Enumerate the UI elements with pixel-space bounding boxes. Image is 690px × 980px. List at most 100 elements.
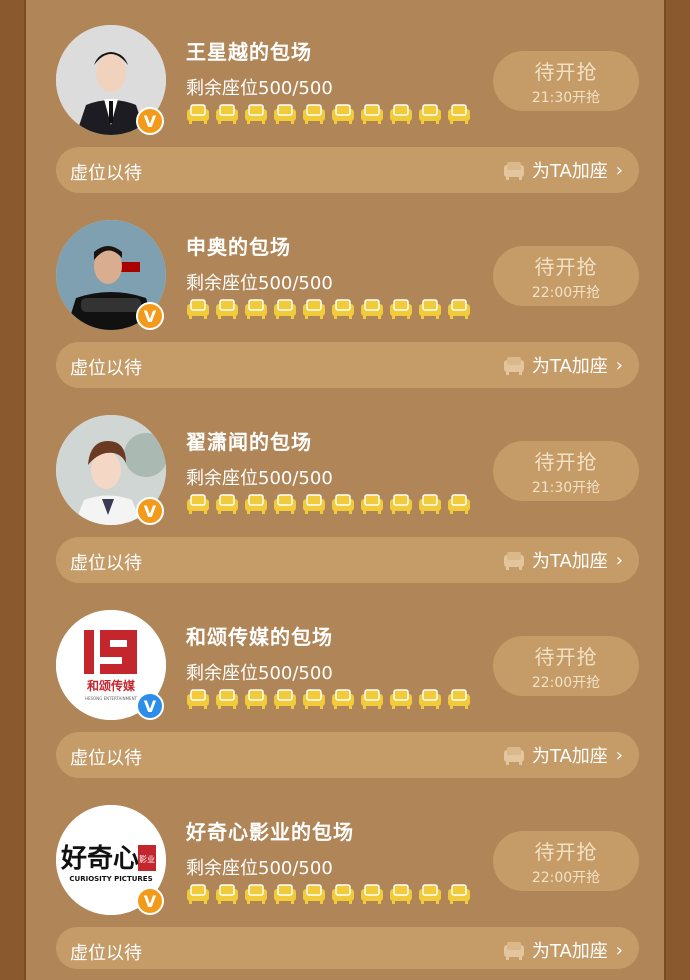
- chevron-right-icon: ›: [615, 354, 623, 376]
- seat-icon: [245, 104, 267, 124]
- grab-label: 待开抢: [534, 254, 598, 279]
- grab-label: 待开抢: [534, 839, 598, 864]
- seat-icon: [187, 104, 209, 124]
- grab-time: 21:30开抢: [531, 479, 601, 496]
- verified-badge-icon: V: [136, 692, 164, 720]
- verified-badge-icon: V: [136, 497, 164, 525]
- venue-title: 和颂传媒的包场: [186, 625, 333, 649]
- seat-icon: [332, 299, 354, 319]
- seat-icon: [448, 884, 470, 904]
- grab-label: 待开抢: [534, 59, 598, 84]
- sofa-icon: [503, 942, 524, 960]
- seat-icon: [274, 494, 296, 514]
- sofa-icon: [503, 552, 524, 570]
- seat-icon: [274, 689, 296, 709]
- seat-icon: [332, 689, 354, 709]
- add-seat-button[interactable]: 为TA加座 ›: [502, 742, 623, 768]
- seat-icon: [361, 494, 383, 514]
- seat-icon: [303, 104, 325, 124]
- waiting-text: 虚位以待: [70, 358, 142, 379]
- seat-icon: [245, 494, 267, 514]
- seat-icon: [419, 299, 441, 319]
- sofa-icon: [503, 162, 524, 180]
- svg-text:影业: 影业: [139, 854, 155, 864]
- seat-icon: [303, 299, 325, 319]
- svg-text:和颂传媒: 和颂传媒: [86, 678, 136, 693]
- waiting-text: 虚位以待: [70, 553, 142, 574]
- add-seat-label: 为TA加座: [531, 746, 608, 767]
- venue-title: 好奇心影业的包场: [186, 820, 354, 844]
- grab-button[interactable]: 待开抢 22:00开抢: [493, 831, 639, 891]
- chevron-right-icon: ›: [615, 549, 623, 571]
- seat-icon: [448, 689, 470, 709]
- venue-title: 王星越的包场: [186, 40, 312, 64]
- seat-icon: [216, 884, 238, 904]
- venue-title: 申奥的包场: [186, 235, 291, 259]
- grab-button[interactable]: 待开抢 21:30开抢: [493, 441, 639, 501]
- add-seat-button[interactable]: 为TA加座 ›: [502, 547, 623, 573]
- seat-icon: [274, 884, 296, 904]
- venue-card: V 申奥的包场 剩余座位500/500 待开抢 22:00开抢 虚位以待 为TA…: [26, 195, 668, 390]
- seat-icon: [419, 884, 441, 904]
- seat-icon: [390, 104, 412, 124]
- chevron-right-icon: ›: [615, 744, 623, 766]
- seat-icon: [390, 689, 412, 709]
- seat-icon: [187, 494, 209, 514]
- add-seat-button[interactable]: 为TA加座 ›: [502, 937, 623, 963]
- seat-icon: [245, 689, 267, 709]
- seat-icon: [419, 104, 441, 124]
- seat-icon: [216, 689, 238, 709]
- seat-icon: [187, 689, 209, 709]
- grab-button[interactable]: 待开抢 22:00开抢: [493, 636, 639, 696]
- seat-bar: 虚位以待 为TA加座 ›: [56, 927, 639, 969]
- grab-button[interactable]: 待开抢 21:30开抢: [493, 51, 639, 111]
- grab-label: 待开抢: [534, 644, 598, 669]
- grab-time: 21:30开抢: [531, 89, 601, 106]
- seat-bar: 虚位以待 为TA加座 ›: [56, 342, 639, 388]
- venue-list: V 王星越的包场 剩余座位500/500 待开抢 21:30开抢 虚位以待 为T…: [24, 0, 666, 980]
- seat-icon: [332, 104, 354, 124]
- seat-icon: [332, 494, 354, 514]
- verified-badge-icon: V: [136, 887, 164, 915]
- sofa-icon: [503, 747, 524, 765]
- venue-title: 翟潇闻的包场: [186, 430, 312, 454]
- svg-text:CURIOSITY PICTURES: CURIOSITY PICTURES: [69, 875, 152, 883]
- venue-card: V 翟潇闻的包场 剩余座位500/500 待开抢 21:30开抢 虚位以待 为T…: [26, 390, 668, 585]
- seat-icons: [186, 299, 471, 321]
- seat-icon: [216, 299, 238, 319]
- grab-time: 22:00开抢: [531, 674, 601, 691]
- seat-icon: [419, 689, 441, 709]
- seat-icons: [186, 884, 471, 906]
- seat-icon: [216, 104, 238, 124]
- verified-badge-icon: V: [136, 107, 164, 135]
- venue-card: 好奇心 影业 CURIOSITY PICTURES V 好奇心影业的包场 剩余座…: [26, 780, 668, 975]
- add-seat-label: 为TA加座: [531, 161, 608, 182]
- waiting-text: 虚位以待: [70, 748, 142, 769]
- seat-icon: [390, 299, 412, 319]
- verified-badge-icon: V: [136, 302, 164, 330]
- grab-time: 22:00开抢: [531, 284, 601, 301]
- seat-icon: [187, 299, 209, 319]
- seat-icon: [187, 884, 209, 904]
- seat-icon: [419, 494, 441, 514]
- chevron-right-icon: ›: [615, 159, 623, 181]
- seat-icon: [361, 689, 383, 709]
- waiting-text: 虚位以待: [70, 943, 142, 964]
- seats-remaining: 剩余座位500/500: [186, 663, 333, 684]
- waiting-text: 虚位以待: [70, 163, 142, 184]
- add-seat-button[interactable]: 为TA加座 ›: [502, 352, 623, 378]
- seat-icons: [186, 494, 471, 516]
- seats-remaining: 剩余座位500/500: [186, 273, 333, 294]
- seat-icon: [448, 299, 470, 319]
- seat-icon: [245, 884, 267, 904]
- svg-text:HESONG ENTERTAINMENT: HESONG ENTERTAINMENT: [85, 696, 138, 701]
- grab-button[interactable]: 待开抢 22:00开抢: [493, 246, 639, 306]
- seat-bar: 虚位以待 为TA加座 ›: [56, 537, 639, 583]
- seat-icon: [303, 884, 325, 904]
- add-seat-label: 为TA加座: [531, 941, 608, 962]
- add-seat-button[interactable]: 为TA加座 ›: [502, 157, 623, 183]
- seat-icon: [274, 299, 296, 319]
- venue-card: 和颂传媒 HESONG ENTERTAINMENT V 和颂传媒的包场 剩余座位…: [26, 585, 668, 780]
- seat-icon: [448, 104, 470, 124]
- seat-icons: [186, 104, 471, 126]
